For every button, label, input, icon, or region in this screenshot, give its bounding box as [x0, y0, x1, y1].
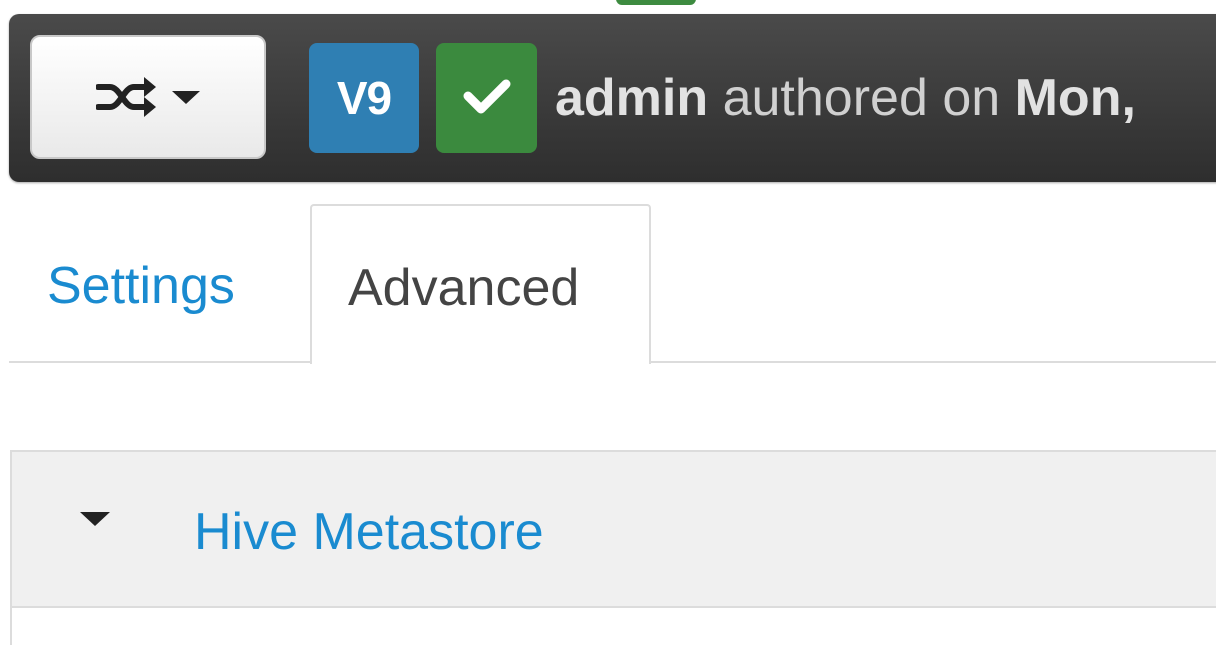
screen: V9 admin authored on Mon, Settings Advan… — [0, 0, 1216, 645]
status-badge — [436, 43, 537, 153]
hive-metastore-panel: Hive Metastore — [10, 450, 1216, 645]
tab-settings[interactable]: Settings — [47, 250, 235, 322]
compare-versions-button[interactable] — [30, 35, 266, 159]
author-name: admin — [555, 69, 709, 127]
version-badge[interactable]: V9 — [309, 43, 419, 153]
check-icon — [462, 76, 512, 121]
authored-info: admin authored on Mon, — [555, 62, 1136, 134]
caret-down-icon — [172, 90, 200, 104]
authored-text: authored on — [708, 69, 1015, 127]
authored-date: Mon, — [1014, 69, 1136, 127]
panel-heading[interactable]: Hive Metastore — [12, 452, 1216, 608]
top-tab-peek — [616, 0, 696, 5]
tab-advanced[interactable]: Advanced — [310, 204, 651, 364]
panel-title[interactable]: Hive Metastore — [194, 496, 544, 568]
shuffle-icon — [96, 75, 158, 119]
tab-advanced-label: Advanced — [348, 259, 580, 317]
caret-down-icon[interactable] — [80, 512, 110, 526]
